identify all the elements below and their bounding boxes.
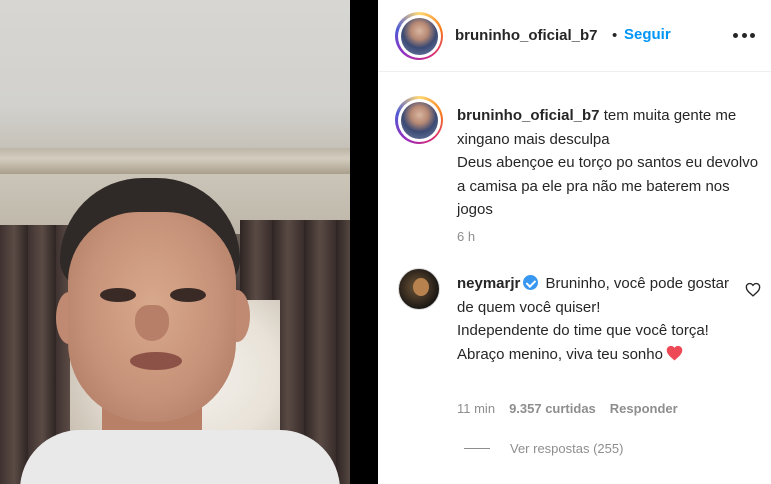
caption-text: bruninho_oficial_b7 tem muita gente me x… xyxy=(457,104,767,222)
follow-button[interactable]: Seguir xyxy=(624,26,671,43)
red-heart-icon xyxy=(666,345,683,360)
commenter-avatar[interactable] xyxy=(398,268,440,310)
heart-outline-icon[interactable] xyxy=(745,282,761,297)
ceiling xyxy=(0,0,350,150)
author-avatar[interactable] xyxy=(395,12,443,60)
boy-nose xyxy=(135,305,169,341)
post-video-frame[interactable] xyxy=(0,0,350,484)
post-header: bruninho_oficial_b7 • Seguir xyxy=(378,0,771,72)
caption-author-avatar[interactable] xyxy=(395,96,443,144)
author-username-link[interactable]: bruninho_oficial_b7 xyxy=(455,27,598,44)
avatar-border xyxy=(397,98,441,142)
avatar-photo xyxy=(400,17,438,55)
avatar-photo xyxy=(400,101,438,139)
commenter-username-link[interactable]: neymarjr xyxy=(457,275,520,292)
more-options-icon[interactable] xyxy=(733,33,755,39)
caption-line-2: Deus abençoe eu torço po santos eu devol… xyxy=(457,154,759,218)
boy-shirt xyxy=(20,430,340,484)
comment-line-2: Independente do time que você torça! xyxy=(457,322,709,339)
view-replies-button[interactable]: Ver respostas (255) xyxy=(464,441,623,456)
post-side-panel: bruninho_oficial_b7 • Seguir bruninho_of… xyxy=(378,0,771,484)
comment-line-3: Abraço menino, viva teu sonho xyxy=(457,345,663,363)
comment-likes-count[interactable]: 9.357 curtidas xyxy=(509,401,596,416)
boy-mouth xyxy=(130,352,182,370)
comment-meta: 11 min 9.357 curtidas Responder xyxy=(457,401,678,416)
view-replies-label: Ver respostas (255) xyxy=(510,441,624,456)
divider xyxy=(350,0,378,484)
more-dot-2 xyxy=(741,33,747,38)
more-dot-1 xyxy=(733,33,738,38)
caption-timestamp[interactable]: 6 h xyxy=(457,229,475,244)
boy-eye-left xyxy=(100,288,136,302)
verified-badge-icon xyxy=(523,275,539,290)
avatar-border xyxy=(397,14,441,58)
reply-button[interactable]: Responder xyxy=(610,401,678,416)
comment-timestamp[interactable]: 11 min xyxy=(457,401,495,416)
more-dot-3 xyxy=(750,33,755,38)
boy-eye-right xyxy=(170,288,206,302)
caption-username-link[interactable]: bruninho_oficial_b7 xyxy=(457,107,600,124)
separator-dot: • xyxy=(612,27,618,44)
crown-molding xyxy=(0,148,350,174)
replies-line xyxy=(464,448,490,449)
comment-text: neymarjr Bruninho, você pode gostar de q… xyxy=(457,272,742,366)
